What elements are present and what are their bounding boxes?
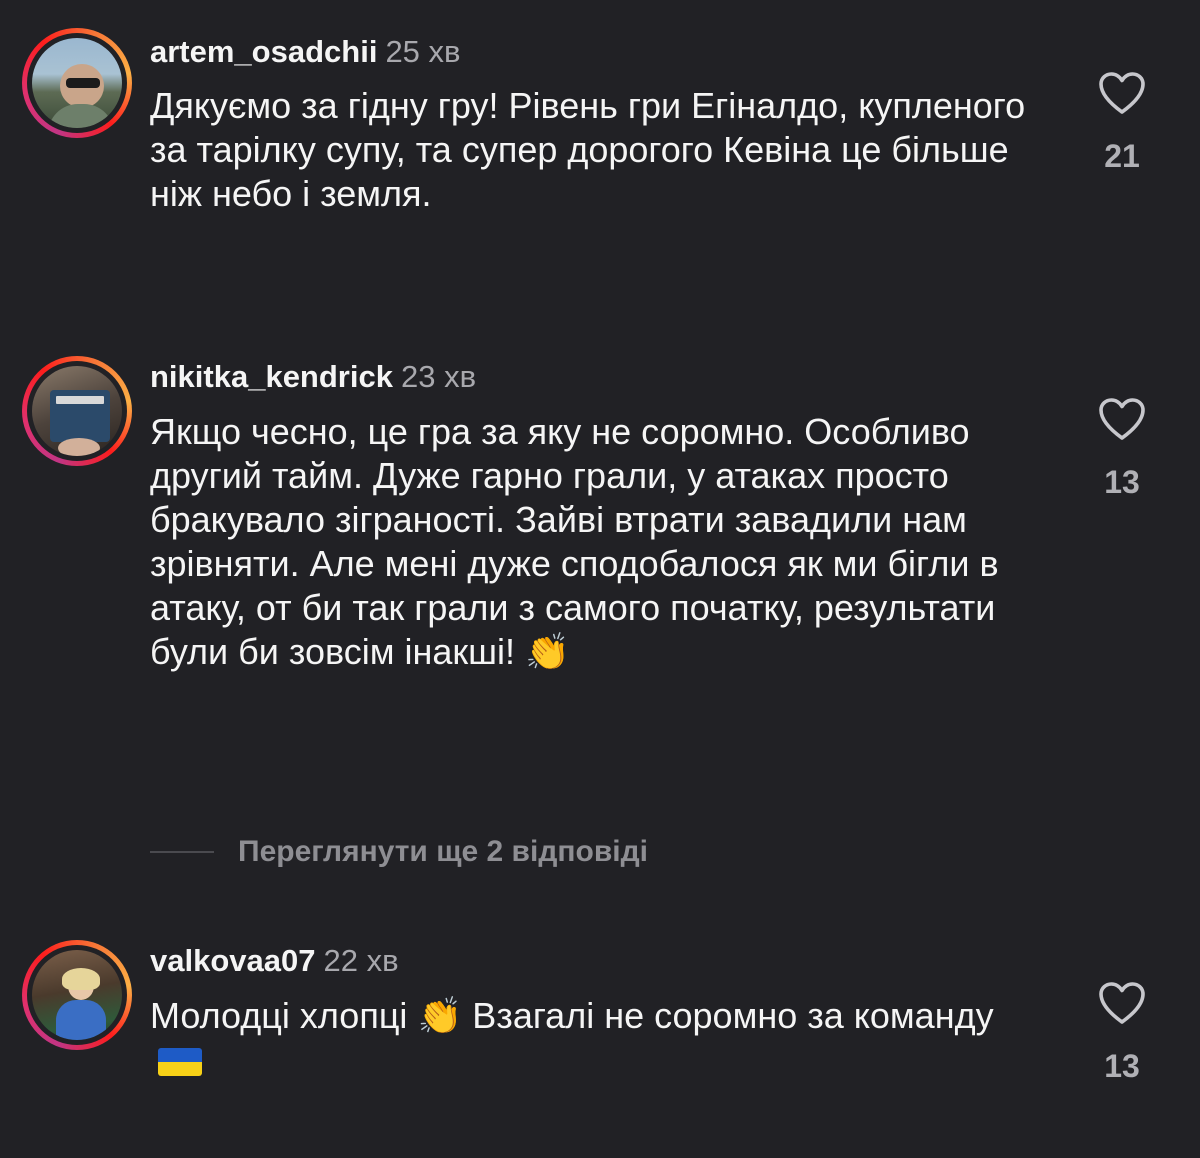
- heart-outline-icon[interactable]: [1098, 982, 1146, 1026]
- heart-outline-icon[interactable]: [1098, 72, 1146, 116]
- comment-text: Якщо чесно, це гра за яку не соромно. Ос…: [150, 410, 1020, 675]
- avatar-image: [32, 366, 122, 456]
- comment-text: Молодці хлопці 👏 Взагалі не соромно за к…: [150, 994, 1030, 1083]
- avatar-image: [32, 38, 122, 128]
- comment-meta: valkovaa07 22 хв: [150, 943, 399, 979]
- clap-emoji: 👏: [417, 996, 463, 1037]
- comment-text-body: Якщо чесно, це гра за яку не соромно. Ос…: [150, 411, 999, 672]
- clap-emoji: 👏: [525, 632, 570, 673]
- avatar-image: [32, 950, 122, 1040]
- comment-text-part1: Молодці хлопці: [150, 995, 408, 1036]
- like-button[interactable]: 21: [1090, 72, 1154, 175]
- ukraine-flag-emoji: [158, 1048, 202, 1076]
- like-count: 21: [1104, 138, 1140, 174]
- username[interactable]: valkovaa07: [150, 943, 315, 978]
- username[interactable]: nikitka_kendrick: [150, 359, 393, 394]
- comment-meta: nikitka_kendrick 23 хв: [150, 359, 476, 395]
- heart-outline-icon[interactable]: [1098, 398, 1146, 442]
- timestamp: 25 хв: [385, 34, 461, 69]
- timestamp: 22 хв: [323, 943, 399, 978]
- like-button[interactable]: 13: [1090, 398, 1154, 501]
- avatar[interactable]: [22, 356, 132, 466]
- comment-meta: artem_osadchii 25 хв: [150, 34, 461, 70]
- comment-text: Дякуємо за гідну гру! Рівень гри Егіналд…: [150, 85, 1026, 214]
- like-count: 13: [1104, 1048, 1140, 1084]
- timestamp: 23 хв: [400, 359, 477, 394]
- view-replies-label[interactable]: Переглянути ще 2 відповіді: [238, 835, 648, 869]
- like-button[interactable]: 13: [1090, 982, 1154, 1085]
- replies-divider: [150, 851, 214, 853]
- avatar[interactable]: [22, 940, 132, 1050]
- comments-screen: artem_osadchii 25 хв Дякуємо за гідну гру…: [0, 0, 1200, 1158]
- comment-text-part2: Взагалі не соромно за команду: [472, 995, 994, 1036]
- view-replies-button[interactable]: Переглянути ще 2 відповіді: [150, 832, 648, 872]
- username[interactable]: artem_osadchii: [150, 34, 377, 69]
- like-count: 13: [1104, 464, 1140, 500]
- avatar[interactable]: [22, 28, 132, 138]
